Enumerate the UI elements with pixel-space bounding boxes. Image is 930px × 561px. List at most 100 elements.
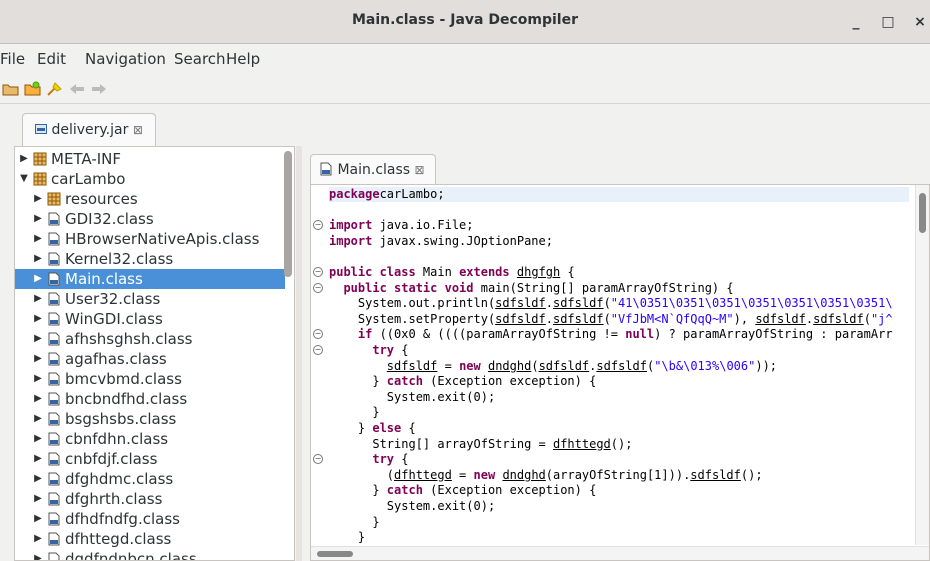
tree-item-label: agafhas.class xyxy=(65,350,167,368)
close-button[interactable]: × xyxy=(910,12,930,32)
tree-item[interactable]: ▶ dfghrth.class xyxy=(15,489,285,509)
class-file-icon xyxy=(48,552,60,560)
code-line: String[] arrayOfString = dfhttegd(); xyxy=(329,436,633,451)
tree-expand-arrow-icon[interactable]: ▶ xyxy=(33,549,43,560)
search-icon[interactable] xyxy=(46,81,64,97)
editor-horizontal-scrollbar-thumb[interactable] xyxy=(317,551,353,557)
tree-item[interactable]: ▶ GDI32.class xyxy=(15,209,285,229)
class-file-icon xyxy=(320,162,332,176)
tab-main-class[interactable]: Main.class ⊠ xyxy=(310,154,436,184)
toolbar xyxy=(0,74,930,104)
fold-toggle-icon[interactable]: − xyxy=(313,267,323,277)
code-line: System.out.println(sdfsldf.sdfsldf("41\0… xyxy=(329,296,893,311)
class-file-icon xyxy=(48,532,60,546)
tree-item[interactable]: ▶ agafhas.class xyxy=(15,349,285,369)
editor-vertical-scrollbar-thumb[interactable] xyxy=(919,193,926,233)
tree-expand-arrow-icon[interactable]: ▶ xyxy=(33,309,43,329)
tree-item[interactable]: ▶ dfhttegd.class xyxy=(15,529,285,549)
tree-item[interactable]: ▶ bncbndfhd.class xyxy=(15,389,285,409)
tree-expand-arrow-icon[interactable]: ▶ xyxy=(33,229,43,249)
open-type-icon[interactable] xyxy=(24,81,42,97)
tree-expand-arrow-icon[interactable]: ▶ xyxy=(33,189,43,209)
tree-collapse-arrow-icon[interactable]: ▼ xyxy=(19,169,29,189)
class-file-icon xyxy=(48,332,60,346)
tree-expand-arrow-icon[interactable]: ▶ xyxy=(33,529,43,549)
fold-toggle-icon[interactable]: − xyxy=(313,329,323,340)
code-line: if ((0x0 & ((((paramArrayOfString != nul… xyxy=(357,327,893,342)
code-line: sdfsldf = new dndghd(sdfsldf.sdfsldf("\b… xyxy=(386,358,778,373)
tab-delivery-jar[interactable]: delivery.jar ⊠ xyxy=(22,113,156,147)
editor-vertical-scrollbar[interactable] xyxy=(915,185,929,545)
tree-item[interactable]: ▶ afhshsghsh.class xyxy=(15,329,285,349)
class-file-icon xyxy=(48,392,60,406)
tree-expand-arrow-icon[interactable]: ▶ xyxy=(33,449,43,469)
tree-item[interactable]: ▶ Kernel32.class xyxy=(15,249,285,269)
tree-item[interactable]: ▶ dfhdfndfg.class xyxy=(15,509,285,529)
tree-item[interactable]: ▶ HBrowserNativeApis.class xyxy=(15,229,285,249)
tree-expand-arrow-icon[interactable]: ▶ xyxy=(33,349,43,369)
code-line: } else { xyxy=(329,421,416,435)
tree-expand-arrow-icon[interactable]: ▶ xyxy=(33,329,43,349)
editor-tab-close-icon[interactable]: ⊠ xyxy=(415,163,425,177)
tree-item[interactable]: ▶ User32.class xyxy=(15,289,285,309)
file-tab-bar: delivery.jar ⊠ xyxy=(8,109,930,147)
menu-navigation[interactable]: Navigation xyxy=(85,45,166,73)
tree-expand-arrow-icon[interactable]: ▶ xyxy=(33,429,43,449)
tree-expand-arrow-icon[interactable]: ▶ xyxy=(33,389,43,409)
tree-item-label: dfhttegd.class xyxy=(65,530,172,548)
code-line: } xyxy=(329,514,380,529)
tab-close-icon[interactable]: ⊠ xyxy=(133,123,143,137)
menu-file[interactable]: File xyxy=(0,45,25,73)
code-line: (dfhttegd = new dndghd(arrayOfString[1])… xyxy=(329,467,763,482)
code-text[interactable]: packagecarLambo; import java.io.File; impo… xyxy=(329,185,909,545)
tree-item-label: WinGDI.class xyxy=(65,310,163,328)
tree-item[interactable]: ▶ bmcvbmd.class xyxy=(15,369,285,389)
editor-horizontal-scrollbar[interactable] xyxy=(311,546,929,560)
menu-edit[interactable]: Edit xyxy=(37,45,66,73)
tree-item-label: META-INF xyxy=(51,150,122,168)
jar-file-icon xyxy=(35,124,47,134)
code-line: System.exit(0); xyxy=(329,499,496,513)
tree-expand-arrow-icon[interactable]: ▶ xyxy=(33,409,43,429)
code-line: } xyxy=(329,405,380,420)
tree-item[interactable]: ▶ Main.class xyxy=(15,269,285,289)
tree-item[interactable]: ▶ WinGDI.class xyxy=(15,309,285,329)
fold-toggle-icon[interactable]: − xyxy=(313,282,323,293)
tree-scrollbar[interactable] xyxy=(284,149,292,557)
minimize-button[interactable]: _ xyxy=(846,12,866,32)
tree-item-label: HBrowserNativeApis.class xyxy=(65,230,260,248)
tree-item[interactable]: ▶ bsgshsbs.class xyxy=(15,409,285,429)
tree-item[interactable]: ▶ dgdfndnbcn.class xyxy=(15,549,285,560)
open-folder-icon[interactable] xyxy=(2,81,20,97)
tree-expand-arrow-icon[interactable]: ▶ xyxy=(33,509,43,529)
tree-expand-arrow-icon[interactable]: ▶ xyxy=(33,249,43,269)
tree-item[interactable]: ▶ META-INF xyxy=(15,149,285,169)
tree-item-label: dfghdmc.class xyxy=(65,470,174,488)
tree-item[interactable]: ▶ dfghdmc.class xyxy=(15,469,285,489)
tree-expand-arrow-icon[interactable]: ▶ xyxy=(33,469,43,489)
menu-search[interactable]: Search xyxy=(174,45,226,73)
maximize-button[interactable]: □ xyxy=(878,12,898,32)
tree-expand-arrow-icon[interactable]: ▶ xyxy=(19,149,29,169)
fold-toggle-icon[interactable]: − xyxy=(313,220,323,231)
code-editor[interactable]: − − − − − − packagecarLambo; import java.io.Fi… xyxy=(310,184,930,561)
fold-toggle-icon[interactable]: − xyxy=(313,454,323,465)
class-file-icon xyxy=(48,312,60,326)
back-arrow-icon[interactable] xyxy=(68,81,86,97)
tree-item-label: dfghrth.class xyxy=(65,490,163,508)
tree-scrollbar-thumb[interactable] xyxy=(284,151,292,277)
code-line: System.setProperty(sdfsldf.sdfsldf("VfJb… xyxy=(329,311,893,326)
tree-item-label: bncbndfhd.class xyxy=(65,390,188,408)
tree-item[interactable]: ▶ resources xyxy=(15,189,285,209)
tree-expand-arrow-icon[interactable]: ▶ xyxy=(33,489,43,509)
menu-help[interactable]: Help xyxy=(226,45,260,73)
tree-expand-arrow-icon[interactable]: ▶ xyxy=(33,369,43,389)
tree-expand-arrow-icon[interactable]: ▶ xyxy=(33,209,43,229)
tree-item[interactable]: ▶ cnbfdjf.class xyxy=(15,449,285,469)
tree-expand-arrow-icon[interactable]: ▶ xyxy=(33,269,43,289)
tree-item[interactable]: ▼ carLambo xyxy=(15,169,285,189)
tree-item[interactable]: ▶ cbnfdhn.class xyxy=(15,429,285,449)
tree-expand-arrow-icon[interactable]: ▶ xyxy=(33,289,43,309)
forward-arrow-icon[interactable] xyxy=(90,81,108,97)
fold-toggle-icon[interactable]: − xyxy=(313,345,323,355)
